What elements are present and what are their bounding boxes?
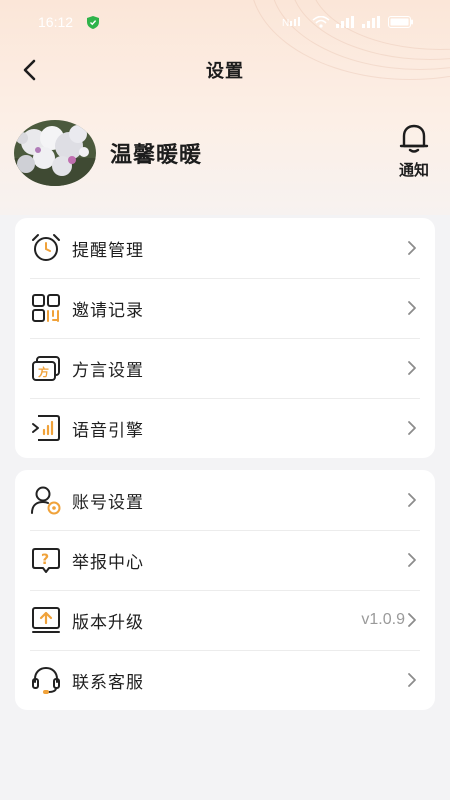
page-title: 设置 (206, 61, 244, 82)
profile-section[interactable]: 温馨暖暖 (14, 120, 202, 186)
chevron-right-icon (408, 673, 416, 687)
headset-icon (30, 664, 62, 696)
username: 温馨暖暖 (110, 143, 203, 168)
svg-text:?: ? (41, 552, 49, 568)
avatar-image (14, 120, 96, 186)
chevron-right-icon (408, 613, 416, 627)
menu-item-label: 邀请记录 (72, 300, 144, 321)
menu-item-label: 语音引擎 (72, 420, 144, 441)
dialect-icon: 方 (30, 352, 62, 384)
status-bar: 16:12 N (0, 0, 450, 44)
upgrade-icon (30, 604, 62, 636)
chevron-right-icon (408, 493, 416, 507)
notification-label: 通知 (398, 161, 429, 179)
chevron-right-icon (408, 421, 416, 435)
shield-icon (87, 15, 100, 29)
bell-icon (399, 124, 429, 153)
battery-icon (388, 16, 413, 28)
settings-group-2: 账号设置 ? 举报中心 版本升级 v1.0.9 联系客服 (15, 470, 435, 710)
alarm-clock-icon (30, 232, 62, 264)
report-icon: ? (30, 544, 62, 576)
chevron-right-icon (408, 553, 416, 567)
menu-item-label: 联系客服 (72, 672, 144, 693)
account-icon (30, 484, 62, 516)
menu-item-label: 提醒管理 (72, 240, 144, 261)
menu-item-voice-engine[interactable]: 语音引擎 (15, 398, 435, 458)
back-button[interactable] (14, 56, 44, 84)
chevron-left-icon (23, 59, 36, 81)
menu-item-version-upgrade[interactable]: 版本升级 v1.0.9 (15, 590, 435, 650)
menu-item-account-settings[interactable]: 账号设置 (15, 470, 435, 530)
menu-item-label: 举报中心 (72, 552, 144, 573)
chevron-right-icon (408, 361, 416, 375)
menu-item-dialect-settings[interactable]: 方 方言设置 (15, 338, 435, 398)
status-icons: N (282, 16, 414, 28)
svg-text:N: N (282, 18, 289, 28)
menu-item-reminder[interactable]: 提醒管理 (15, 218, 435, 278)
settings-group-1: 提醒管理 邀请记录 方 方言设置 语音引擎 (15, 218, 435, 458)
avatar[interactable] (14, 120, 96, 186)
signal-icon (336, 16, 354, 28)
menu-item-report-center[interactable]: ? 举报中心 (15, 530, 435, 590)
navigation-bar: 设置 (0, 48, 450, 92)
menu-item-label: 方言设置 (72, 360, 144, 381)
menu-item-label: 版本升级 (72, 612, 144, 633)
menu-item-customer-service[interactable]: 联系客服 (15, 650, 435, 710)
menu-item-invite-records[interactable]: 邀请记录 (15, 278, 435, 338)
svg-text:方: 方 (38, 365, 49, 379)
notification-button[interactable]: 通知 (394, 122, 434, 180)
chevron-right-icon (408, 241, 416, 255)
status-time: 16:12 (38, 14, 74, 30)
chevron-right-icon (408, 301, 416, 315)
menu-item-label: 账号设置 (72, 492, 144, 513)
nfc-icon: N (282, 17, 300, 28)
signal-icon (362, 16, 380, 28)
voice-engine-icon (30, 412, 62, 444)
version-value: v1.0.9 (361, 611, 405, 628)
qr-code-icon (30, 292, 62, 324)
wifi-icon (312, 16, 330, 28)
